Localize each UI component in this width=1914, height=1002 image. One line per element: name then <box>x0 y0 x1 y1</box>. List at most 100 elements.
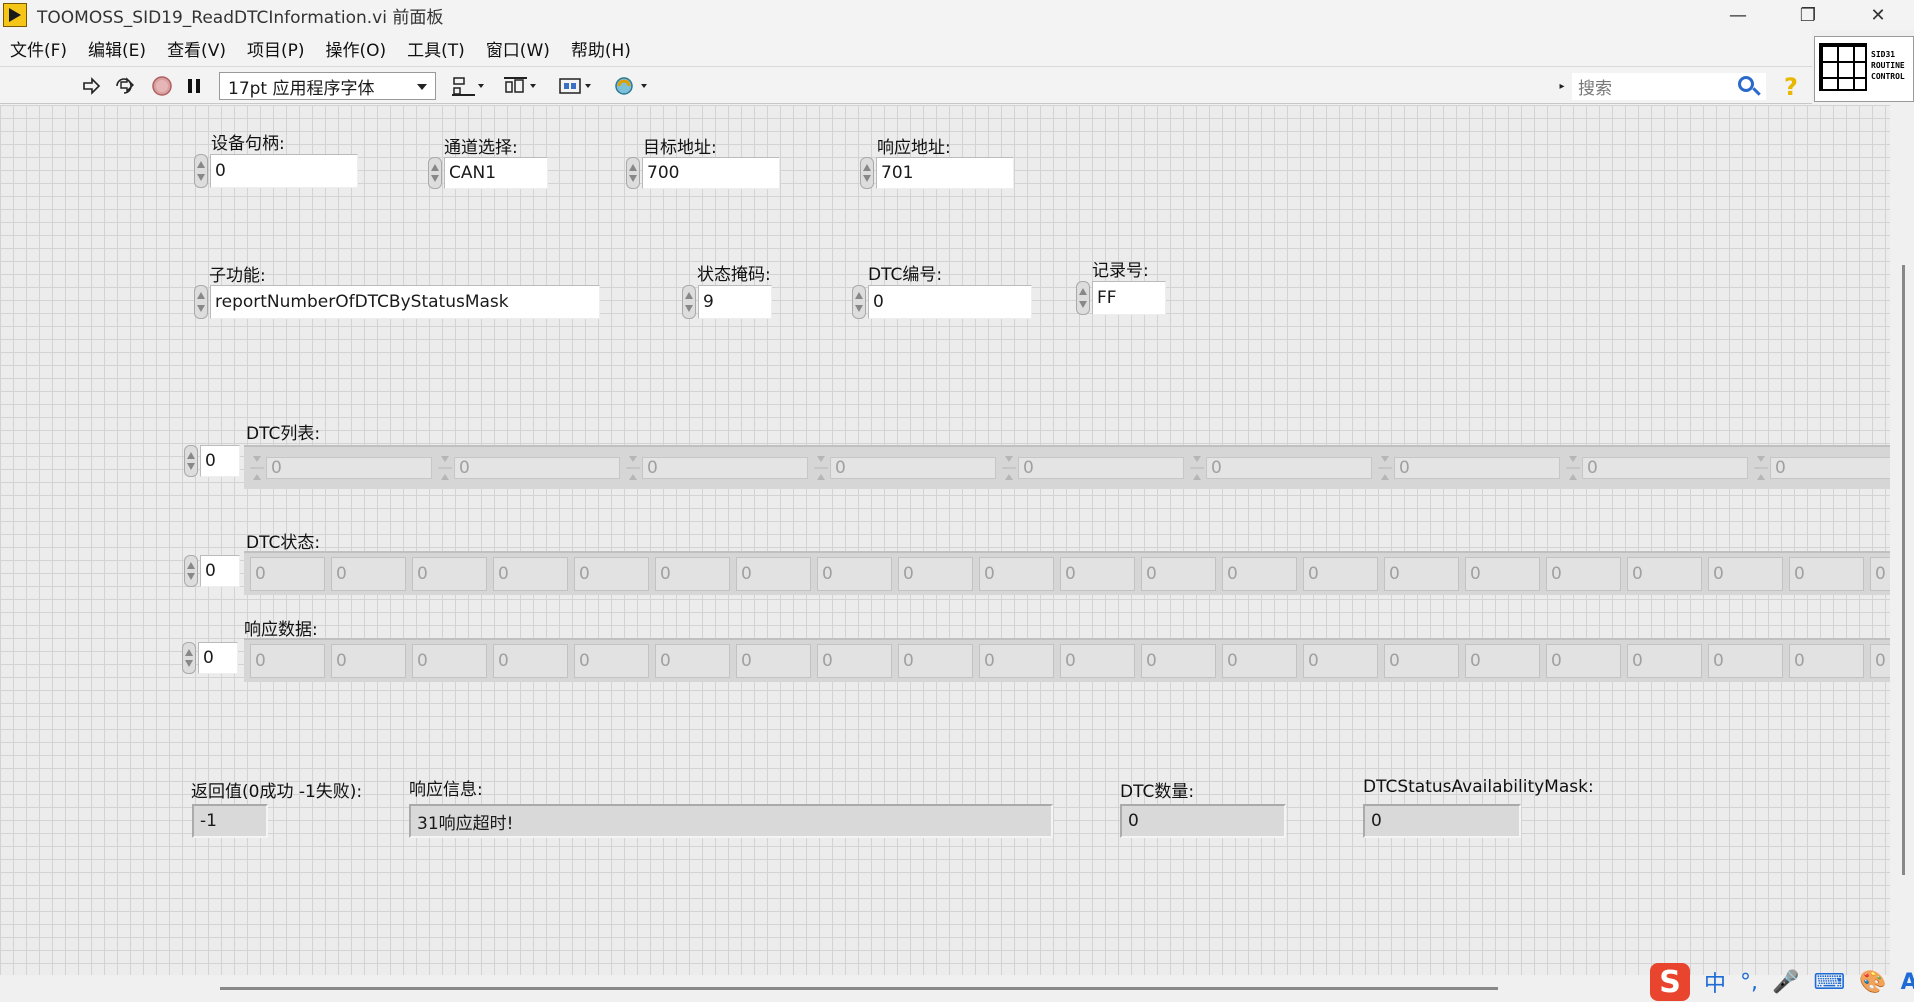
search-icon[interactable] <box>1738 76 1754 92</box>
ime-punctuation-icon[interactable]: °, <box>1740 970 1758 995</box>
status-mask-value[interactable]: 9 <box>698 285 772 319</box>
font-select[interactable]: 17pt 应用程序字体 <box>219 72 436 100</box>
ime-ai-icon[interactable]: Ai <box>1901 970 1914 995</box>
dtc-status-element[interactable]: 0 <box>1546 557 1621 591</box>
target-address-control[interactable]: 700 <box>626 157 782 189</box>
spinner-icon[interactable] <box>194 285 208 319</box>
response-data-element[interactable]: 0 <box>898 644 973 678</box>
response-data-element[interactable]: 0 <box>1384 644 1459 678</box>
distribute-objects-button[interactable] <box>502 73 540 99</box>
response-address-value[interactable]: 701 <box>876 157 1014 189</box>
close-button[interactable]: ✕ <box>1848 0 1908 30</box>
vertical-scroll-thumb[interactable] <box>1902 265 1905 875</box>
dtc-list-element[interactable]: 0 <box>1002 451 1184 485</box>
dtc-list-element[interactable]: 0 <box>250 451 432 485</box>
response-data-element[interactable]: 0 <box>1627 644 1702 678</box>
dtc-list-element[interactable]: 0 <box>1566 451 1748 485</box>
dtc-list-index-value[interactable]: 0 <box>200 445 240 477</box>
run-continuously-button[interactable] <box>112 73 138 99</box>
dtc-status-index-value[interactable]: 0 <box>200 555 240 587</box>
ime-keyboard-icon[interactable]: ⌨ <box>1813 970 1845 995</box>
menu-file[interactable]: 文件(F) <box>10 36 67 61</box>
response-data-element[interactable]: 0 <box>1141 644 1216 678</box>
dtc-status-element[interactable]: 0 <box>1141 557 1216 591</box>
run-button[interactable] <box>80 73 102 99</box>
search-expand-icon[interactable]: ▸ <box>1556 73 1568 99</box>
reorder-button[interactable] <box>612 73 652 99</box>
spinner-icon[interactable] <box>184 555 198 587</box>
vertical-scrollbar[interactable] <box>1890 105 1914 975</box>
align-objects-button[interactable] <box>450 73 488 99</box>
device-handle-value[interactable]: 0 <box>210 154 358 188</box>
response-data-element[interactable]: 0 <box>250 644 325 678</box>
dtc-status-element[interactable]: 0 <box>250 557 325 591</box>
dtc-number-control[interactable]: 0 <box>852 285 1034 319</box>
dtc-list-element[interactable]: 0 <box>1190 451 1372 485</box>
response-data-element[interactable]: 0 <box>331 644 406 678</box>
response-data-element[interactable]: 0 <box>1708 644 1783 678</box>
spinner-icon[interactable] <box>182 642 196 674</box>
status-mask-control[interactable]: 9 <box>682 285 774 319</box>
sogou-logo-icon[interactable]: S <box>1650 963 1690 1001</box>
menu-project[interactable]: 项目(P) <box>247 36 305 61</box>
pause-button[interactable] <box>184 73 204 99</box>
dtc-status-element[interactable]: 0 <box>1303 557 1378 591</box>
dtc-list-element[interactable]: 0 <box>1754 451 1890 485</box>
response-data-index-value[interactable]: 0 <box>198 642 238 674</box>
dtc-status-element[interactable]: 0 <box>1870 557 1890 591</box>
spinner-icon[interactable] <box>860 157 874 189</box>
horizontal-scroll-thumb[interactable] <box>220 987 1498 990</box>
response-data-element[interactable]: 0 <box>979 644 1054 678</box>
dtc-status-index[interactable]: 0 <box>184 555 242 587</box>
response-data-element[interactable]: 0 <box>1546 644 1621 678</box>
dtc-status-element[interactable]: 0 <box>1222 557 1297 591</box>
ime-microphone-icon[interactable]: 🎤 <box>1772 970 1799 995</box>
dtc-number-value[interactable]: 0 <box>868 285 1032 319</box>
dtc-status-element[interactable]: 0 <box>655 557 730 591</box>
response-address-control[interactable]: 701 <box>860 157 1016 189</box>
dtc-status-element[interactable]: 0 <box>817 557 892 591</box>
menu-edit[interactable]: 编辑(E) <box>88 36 146 61</box>
spinner-icon[interactable] <box>1076 281 1090 315</box>
spinner-icon[interactable] <box>682 285 696 319</box>
spinner-icon[interactable] <box>428 157 442 189</box>
response-data-element[interactable]: 0 <box>1789 644 1864 678</box>
dtc-list-element[interactable]: 0 <box>626 451 808 485</box>
response-data-element[interactable]: 0 <box>817 644 892 678</box>
spinner-icon[interactable] <box>626 157 640 189</box>
response-data-element[interactable]: 0 <box>1870 644 1890 678</box>
menu-window[interactable]: 窗口(W) <box>486 36 550 61</box>
menu-help[interactable]: 帮助(H) <box>571 36 631 61</box>
channel-control[interactable]: CAN1 <box>428 157 550 189</box>
response-data-element[interactable]: 0 <box>1222 644 1297 678</box>
horizontal-scrollbar[interactable] <box>0 975 1914 1002</box>
subfunction-value[interactable]: reportNumberOfDTCByStatusMask <box>210 285 600 319</box>
spinner-icon[interactable] <box>184 445 198 477</box>
subfunction-control[interactable]: reportNumberOfDTCByStatusMask <box>194 285 602 319</box>
dtc-list-element[interactable]: 0 <box>438 451 620 485</box>
dtc-status-element[interactable]: 0 <box>331 557 406 591</box>
ime-skin-icon[interactable]: 🎨 <box>1859 970 1886 995</box>
dtc-status-element[interactable]: 0 <box>412 557 487 591</box>
target-address-value[interactable]: 700 <box>642 157 780 189</box>
response-data-element[interactable]: 0 <box>655 644 730 678</box>
response-data-element[interactable]: 0 <box>1060 644 1135 678</box>
ime-chinese-mode[interactable]: 中 <box>1704 966 1726 998</box>
menu-operate[interactable]: 操作(O) <box>326 36 387 61</box>
record-number-value[interactable]: FF <box>1092 281 1166 315</box>
dtc-status-element[interactable]: 0 <box>1627 557 1702 591</box>
dtc-status-element[interactable]: 0 <box>736 557 811 591</box>
response-data-element[interactable]: 0 <box>412 644 487 678</box>
channel-value[interactable]: CAN1 <box>444 157 548 189</box>
response-data-element[interactable]: 0 <box>493 644 568 678</box>
dtc-status-element[interactable]: 0 <box>1384 557 1459 591</box>
dtc-list-element[interactable]: 0 <box>1378 451 1560 485</box>
spinner-icon[interactable] <box>194 154 208 188</box>
spinner-icon[interactable] <box>852 285 866 319</box>
dtc-status-element[interactable]: 0 <box>574 557 649 591</box>
dtc-list-index[interactable]: 0 <box>184 445 242 477</box>
response-data-element[interactable]: 0 <box>1303 644 1378 678</box>
resize-objects-button[interactable] <box>556 73 596 99</box>
device-handle-control[interactable]: 0 <box>194 154 360 188</box>
search-input[interactable]: 搜索 <box>1572 73 1766 100</box>
